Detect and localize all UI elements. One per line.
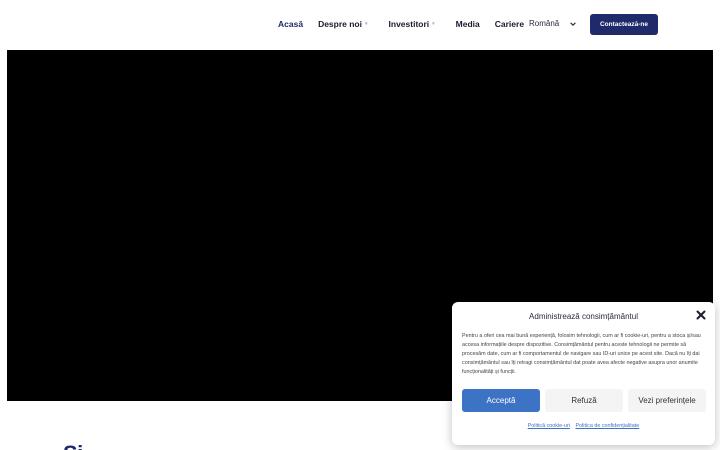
accept-button[interactable]: Acceptă [462, 389, 540, 412]
cookie-policy-link[interactable]: Politică cookie-uri [528, 423, 570, 429]
language-label: Română [529, 19, 560, 28]
cookie-title: Administrează consimțământul [529, 312, 638, 321]
chevron-down-icon [570, 21, 577, 26]
nav-label: Investitori [388, 19, 430, 29]
nav-label: Cariere [494, 19, 525, 29]
cookie-buttons: Acceptă Refuză Vezi preferințele [462, 389, 706, 412]
cookie-links: Politică cookie-uri Politica de confiden… [452, 423, 715, 429]
section-title: Si [63, 441, 83, 450]
language-selector[interactable]: Română [529, 19, 577, 28]
nav-item-investitori[interactable]: Investitori ▾ [389, 19, 435, 29]
contact-button[interactable]: Contactează-ne [590, 14, 658, 35]
dropdown-caret-icon: ▾ [432, 21, 435, 27]
nav-item-cariere[interactable]: Cariere [495, 19, 524, 29]
cookie-text: Pentru a oferi cea mai bună experiență, … [462, 333, 701, 375]
preferences-button[interactable]: Vezi preferințele [628, 389, 706, 412]
nav-label: Despre noi [318, 19, 362, 29]
dropdown-caret-icon: ▾ [365, 21, 368, 27]
close-icon[interactable] [696, 310, 706, 320]
main-nav: Acasă Despre noi ▾ Investitori ▾ Media Car… [278, 19, 539, 29]
nav-item-despre-noi[interactable]: Despre noi ▾ [318, 19, 367, 29]
privacy-policy-link[interactable]: Politica de confidențialitate [575, 423, 639, 429]
nav-item-acasa[interactable]: Acasă [278, 19, 303, 29]
nav-label: Acasă [278, 19, 304, 29]
cookie-consent-dialog: Administrează consimțământul Pentru a of… [452, 302, 715, 445]
nav-label: Media [455, 19, 480, 29]
site-header: Acasă Despre noi ▾ Investitori ▾ Media Car… [0, 0, 720, 50]
refuse-button[interactable]: Refuză [545, 389, 623, 412]
nav-item-media[interactable]: Media [456, 19, 480, 29]
